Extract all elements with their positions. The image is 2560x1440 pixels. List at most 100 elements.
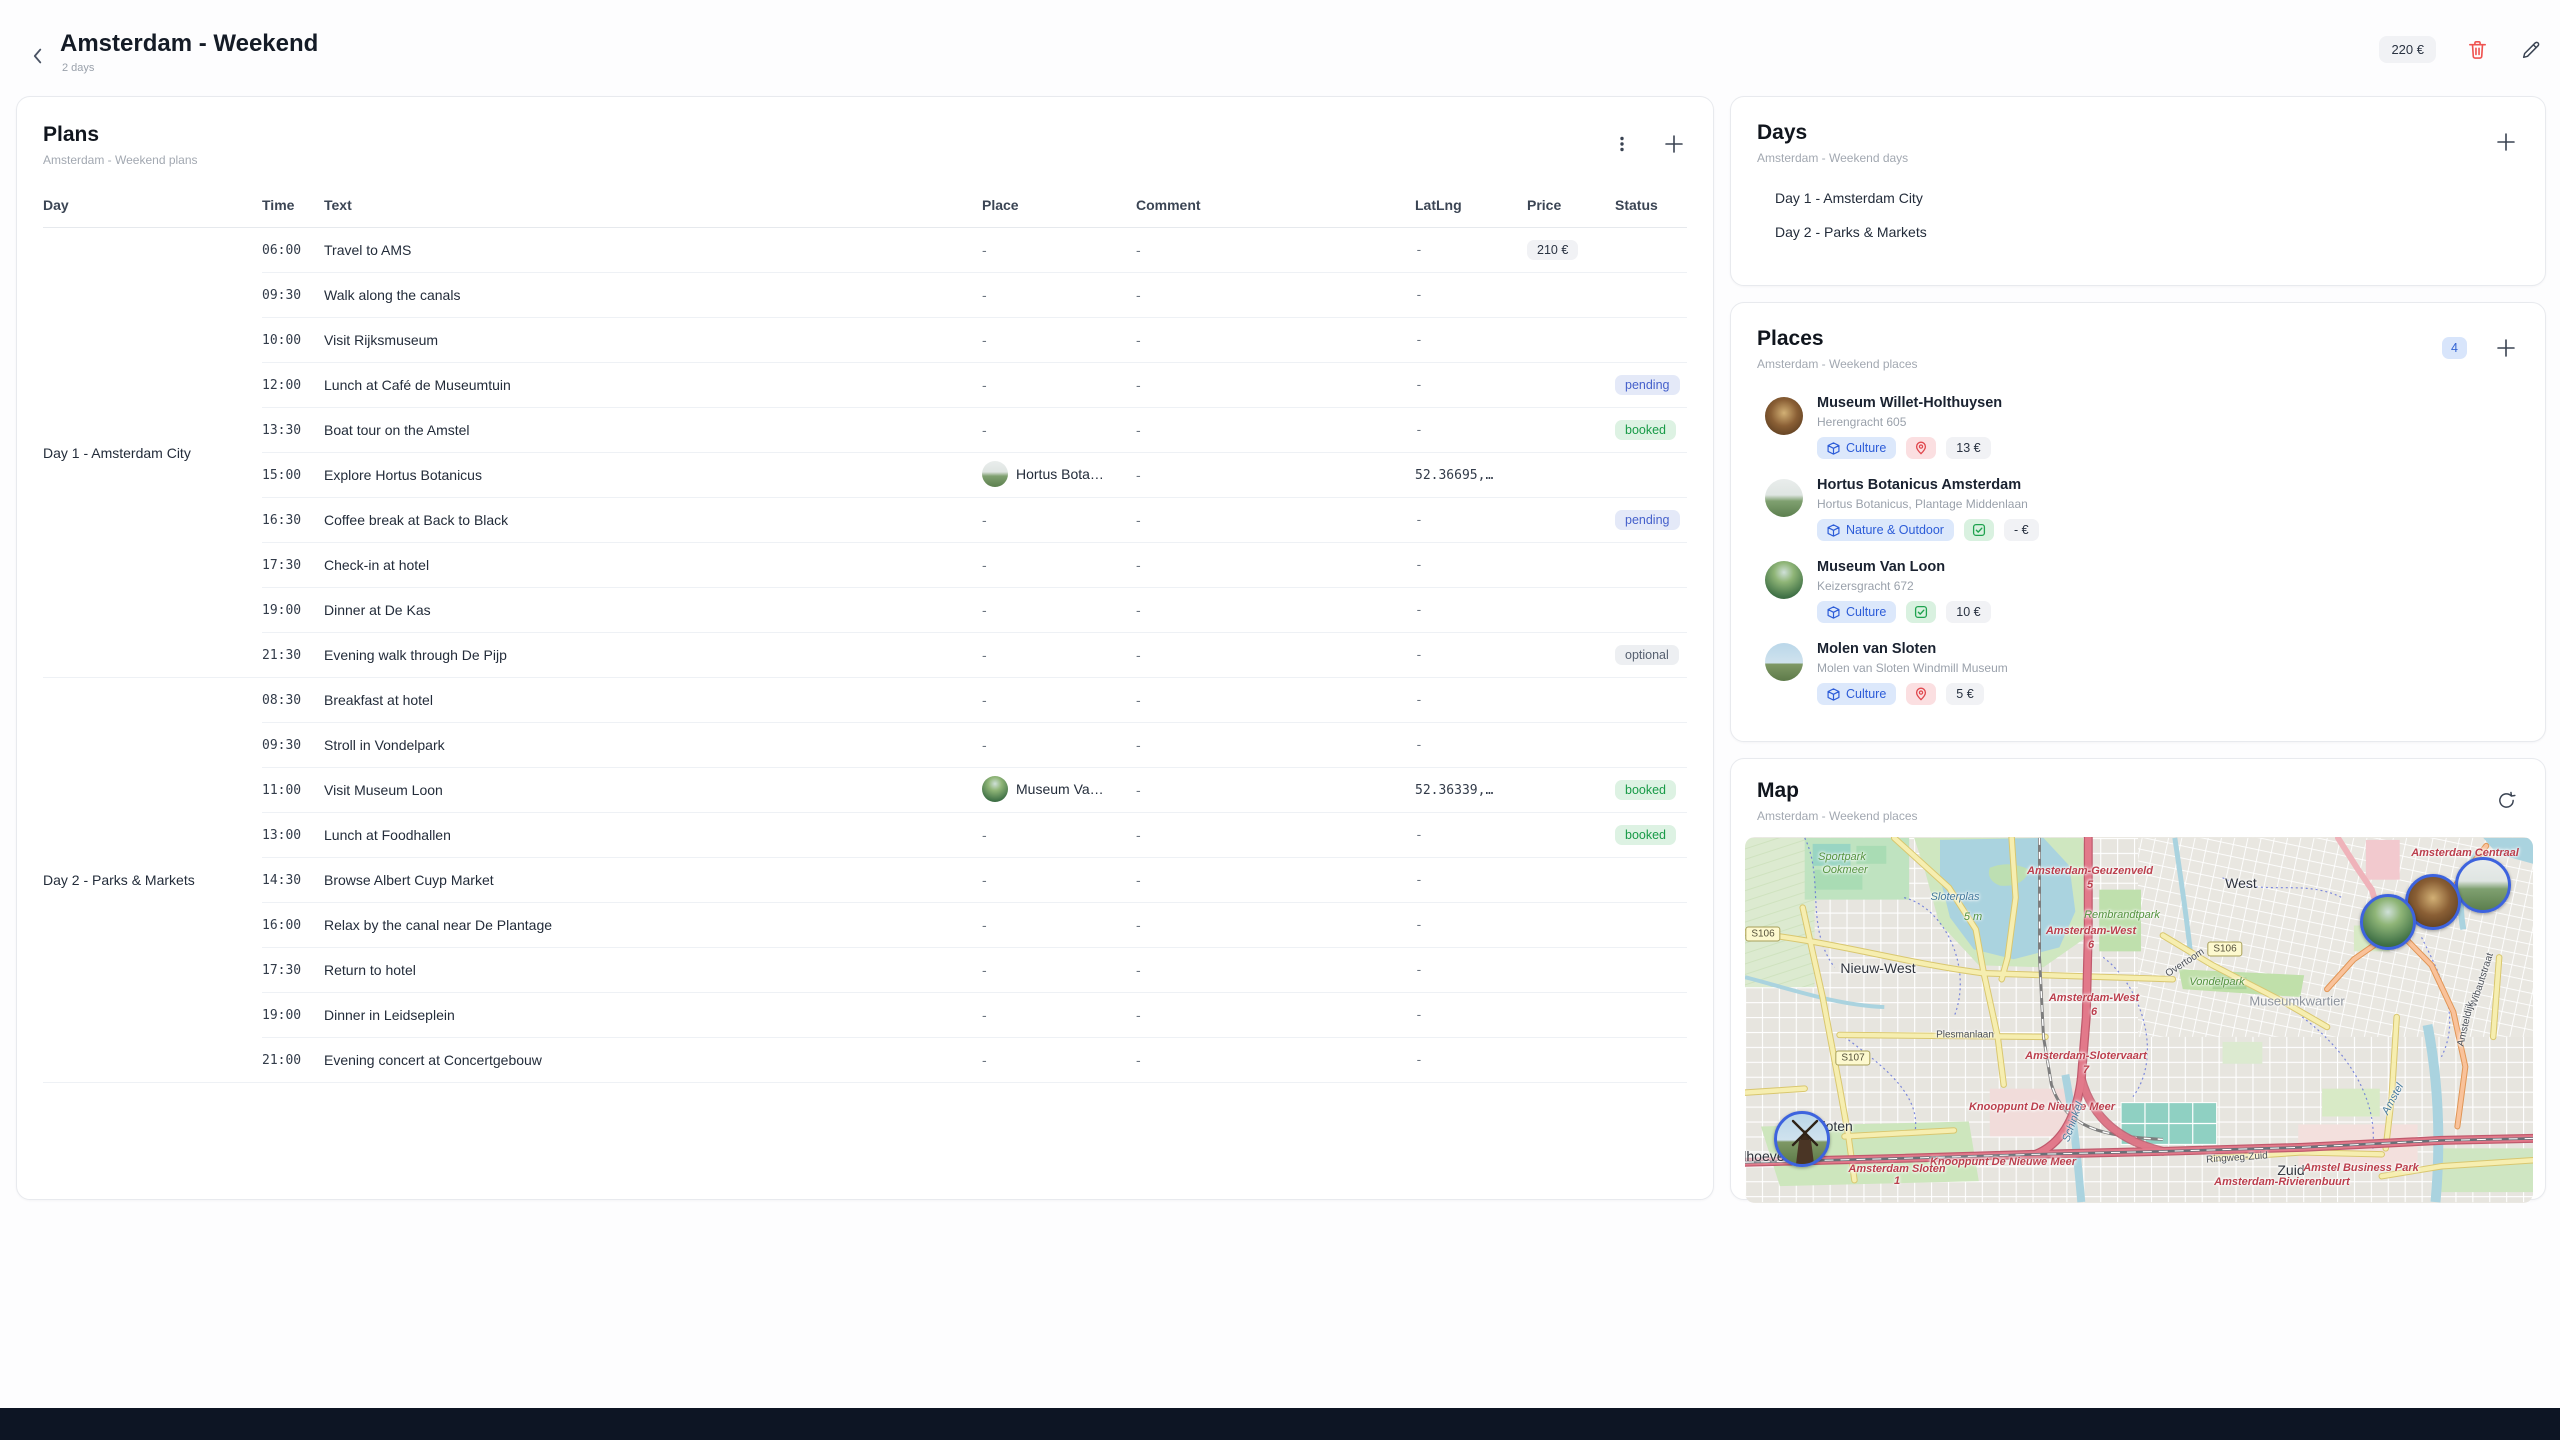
place-name: Molen van Sloten xyxy=(1817,641,2008,657)
plan-row[interactable]: 16:30Coffee break at Back to Black---pen… xyxy=(43,498,1687,543)
day-list-item[interactable]: Day 2 - Parks & Markets xyxy=(1767,215,2519,249)
plans-subtitle: Amsterdam - Weekend plans xyxy=(43,153,198,167)
plan-status: pending xyxy=(1615,498,1687,543)
map-label: Ringweg-Zuid xyxy=(2206,1150,2268,1165)
map-label: Rembrandtpark xyxy=(2084,909,2160,921)
check-flag-badge xyxy=(1964,519,1994,541)
place-item[interactable]: Museum Willet-HolthuysenHerengracht 605C… xyxy=(1757,387,2519,469)
edit-trip-button[interactable] xyxy=(2518,37,2544,63)
places-list: Museum Willet-HolthuysenHerengracht 605C… xyxy=(1757,387,2519,715)
map-label: 7 xyxy=(2083,1064,2089,1076)
plan-row[interactable]: Day 2 - Parks & Markets08:30Breakfast at… xyxy=(43,678,1687,723)
plan-row[interactable]: 09:30Walk along the canals--- xyxy=(43,273,1687,318)
days-list: Day 1 - Amsterdam CityDay 2 - Parks & Ma… xyxy=(1757,181,2519,249)
places-subtitle: Amsterdam - Weekend places xyxy=(1757,357,1918,371)
place-item-body: Museum Willet-HolthuysenHerengracht 605C… xyxy=(1817,395,2002,459)
plan-text: Visit Rijksmuseum xyxy=(324,318,982,363)
plan-comment: - xyxy=(1136,453,1415,498)
status-badge: booked xyxy=(1615,825,1676,846)
refresh-icon xyxy=(2496,790,2517,811)
add-day-button[interactable] xyxy=(2493,129,2519,155)
place-chip: Museum Va… xyxy=(982,776,1104,802)
plan-text: Walk along the canals xyxy=(324,273,982,318)
map-label: Amstel Business Park xyxy=(2303,1162,2419,1174)
add-plan-button[interactable] xyxy=(1661,131,1687,157)
plan-time: 15:00 xyxy=(262,453,324,498)
place-badges: Culture13 € xyxy=(1817,437,2002,459)
place-photo xyxy=(1765,643,1803,681)
plan-status: optional xyxy=(1615,633,1687,678)
plan-row[interactable]: 19:00Dinner at De Kas--- xyxy=(43,588,1687,633)
add-place-button[interactable] xyxy=(2493,335,2519,361)
map-title: Map xyxy=(1757,779,1918,803)
plans-menu-button[interactable] xyxy=(1609,131,1635,157)
map-marker-windmill[interactable] xyxy=(1774,1111,1830,1167)
map-marker-garden[interactable] xyxy=(2360,894,2416,950)
plan-text: Check-in at hotel xyxy=(324,543,982,588)
plan-place: - xyxy=(982,498,1136,543)
plan-text: Lunch at Foodhallen xyxy=(324,813,982,858)
plan-price: 210 € xyxy=(1527,228,1615,273)
plan-place: - xyxy=(982,813,1136,858)
plan-price xyxy=(1527,273,1615,318)
plan-place: - xyxy=(982,318,1136,363)
plan-comment: - xyxy=(1136,858,1415,903)
category-label: Culture xyxy=(1846,687,1886,701)
refresh-map-button[interactable] xyxy=(2493,787,2519,813)
plan-row[interactable]: 17:30Return to hotel--- xyxy=(43,948,1687,993)
check-square-icon xyxy=(1972,523,1986,537)
plan-price xyxy=(1527,993,1615,1038)
plan-time: 17:30 xyxy=(262,543,324,588)
plan-row[interactable]: 21:30Evening walk through De Pijp---opti… xyxy=(43,633,1687,678)
chevron-left-icon xyxy=(27,45,49,67)
place-item[interactable]: Museum Van LoonKeizersgracht 672Culture1… xyxy=(1757,551,2519,633)
plus-icon xyxy=(2495,131,2517,153)
plan-time: 19:00 xyxy=(262,993,324,1038)
map-label: Amsterdam-Geuzenveld xyxy=(2027,865,2153,877)
plan-time: 10:00 xyxy=(262,318,324,363)
plan-status: pending xyxy=(1615,363,1687,408)
map-canvas[interactable]: SportparkOokmeerSloterplas5 mNieuw-WestA… xyxy=(1745,837,2533,1203)
plan-text: Return to hotel xyxy=(324,948,982,993)
plan-latlng: - xyxy=(1415,678,1527,723)
page-title: Amsterdam - Weekend xyxy=(60,30,318,58)
map-marker-greenhouse[interactable] xyxy=(2455,857,2511,913)
map-label: Nieuw-West xyxy=(1840,960,1915,976)
map-label: Knooppunt De Nieuwe Meer xyxy=(1930,1156,2076,1168)
back-button[interactable] xyxy=(24,42,52,70)
plan-row[interactable]: 21:00Evening concert at Concertgebouw--- xyxy=(43,1038,1687,1083)
plan-comment: - xyxy=(1136,318,1415,363)
plan-place: - xyxy=(982,543,1136,588)
plan-text: Evening concert at Concertgebouw xyxy=(324,1038,982,1083)
plan-status: booked xyxy=(1615,408,1687,453)
plan-price xyxy=(1527,813,1615,858)
map-label: Amsterdam-West xyxy=(2046,925,2136,937)
delete-trip-button[interactable] xyxy=(2464,37,2490,63)
plan-price xyxy=(1527,633,1615,678)
plan-row[interactable]: Day 1 - Amsterdam City06:00Travel to AMS… xyxy=(43,228,1687,273)
plan-row[interactable]: 10:00Visit Rijksmuseum--- xyxy=(43,318,1687,363)
plan-latlng: - xyxy=(1415,273,1527,318)
place-item[interactable]: Hortus Botanicus AmsterdamHortus Botanic… xyxy=(1757,469,2519,551)
map-label: Wibautstraat xyxy=(2468,952,2496,1009)
plan-row[interactable]: 14:30Browse Albert Cuyp Market--- xyxy=(43,858,1687,903)
day-list-item[interactable]: Day 1 - Amsterdam City xyxy=(1767,181,2519,215)
plan-row[interactable]: 15:00Explore Hortus BotanicusHortus Bota… xyxy=(43,453,1687,498)
plan-row[interactable]: 17:30Check-in at hotel--- xyxy=(43,543,1687,588)
plan-status xyxy=(1615,993,1687,1038)
plan-row[interactable]: 13:00Lunch at Foodhallen---booked xyxy=(43,813,1687,858)
plan-row[interactable]: 19:00Dinner in Leidseplein--- xyxy=(43,993,1687,1038)
map-subtitle: Amsterdam - Weekend places xyxy=(1757,809,1918,823)
plan-comment: - xyxy=(1136,228,1415,273)
place-price-badge: 5 € xyxy=(1946,683,1983,705)
plan-row[interactable]: 11:00Visit Museum LoonMuseum Va…-52.3633… xyxy=(43,768,1687,813)
place-item[interactable]: Molen van Sloten Molen van Sloten Windmil… xyxy=(1757,633,2519,715)
plan-row[interactable]: 13:30Boat tour on the Amstel---booked xyxy=(43,408,1687,453)
plan-row[interactable]: 16:00Relax by the canal near De Plantage… xyxy=(43,903,1687,948)
trip-planner-app: Amsterdam - Weekend 2 days 220 € Plans A… xyxy=(0,0,2560,1440)
plan-price xyxy=(1527,948,1615,993)
place-address: Molen van Sloten Windmill Museum xyxy=(1817,661,2008,675)
plan-row[interactable]: 12:00Lunch at Café de Museumtuin---pendi… xyxy=(43,363,1687,408)
plan-row[interactable]: 09:30Stroll in Vondelpark--- xyxy=(43,723,1687,768)
page-header: Amsterdam - Weekend 2 days 220 € xyxy=(0,0,2560,96)
